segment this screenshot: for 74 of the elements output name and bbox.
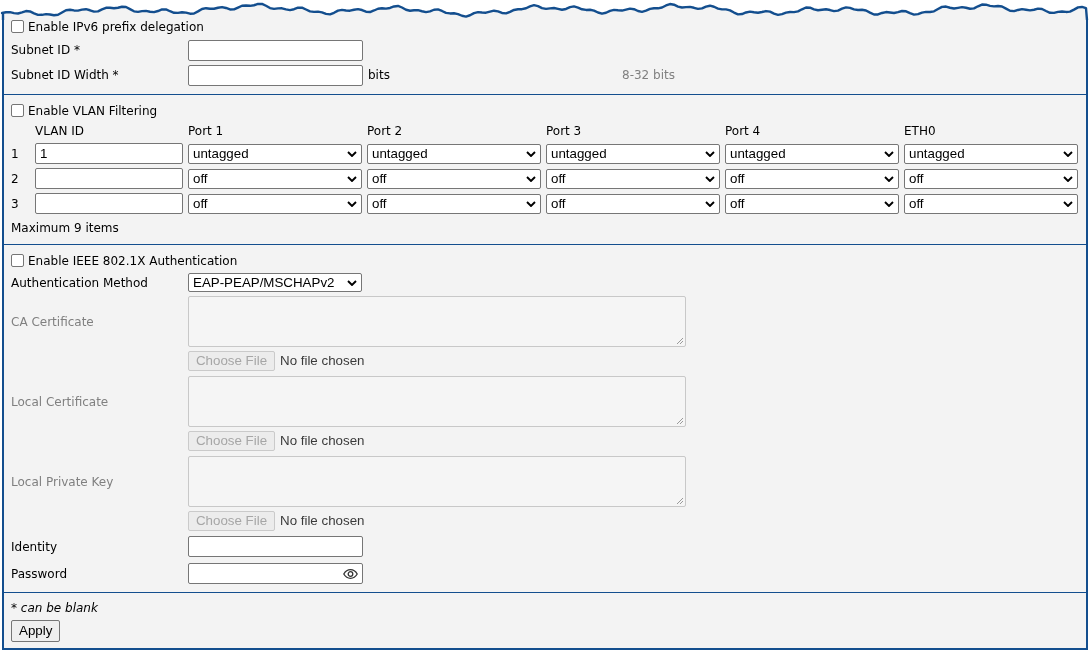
port-select[interactable]: off bbox=[546, 168, 720, 189]
checkbox-label: Enable IEEE 802.1X Authentication bbox=[28, 254, 238, 267]
chevron-icon bbox=[705, 150, 715, 157]
vlan-id-field[interactable] bbox=[35, 168, 183, 189]
column-header: Port 3 bbox=[546, 123, 583, 139]
checkbox[interactable] bbox=[11, 254, 24, 267]
chevron-icon bbox=[1063, 200, 1073, 207]
port-select[interactable]: off bbox=[725, 168, 899, 189]
port-select[interactable]: untagged bbox=[367, 143, 541, 164]
field-label: Local Private Key bbox=[11, 475, 115, 488]
identity-field[interactable] bbox=[188, 536, 363, 557]
port-select[interactable]: untagged bbox=[546, 143, 720, 164]
file-status: No file chosen bbox=[280, 514, 365, 528]
field-label: Subnet ID Width * bbox=[11, 69, 120, 81]
field-label: CA Certificate bbox=[11, 315, 95, 328]
field-label: Authentication Method bbox=[11, 276, 149, 289]
port-select[interactable]: untagged bbox=[725, 143, 899, 164]
chevron-icon bbox=[1063, 150, 1073, 157]
checkbox-label: Enable VLAN Filtering bbox=[28, 104, 158, 117]
resize-grip-icon[interactable] bbox=[676, 417, 683, 424]
checkbox-label: Enable IPv6 prefix delegation bbox=[28, 20, 204, 33]
column-header: Port 1 bbox=[188, 123, 225, 139]
field-label: Password bbox=[11, 567, 69, 580]
column-header: VLAN ID bbox=[35, 123, 85, 139]
port-select[interactable]: untagged bbox=[904, 143, 1078, 164]
column-header: Port 4 bbox=[725, 123, 762, 139]
footnote: *can be blank bbox=[11, 602, 98, 614]
file-status: No file chosen bbox=[280, 434, 365, 448]
port-select[interactable]: off bbox=[904, 193, 1078, 214]
port-select[interactable]: off bbox=[725, 193, 899, 214]
chevron-icon bbox=[526, 150, 536, 157]
port-select[interactable]: off bbox=[188, 168, 362, 189]
text-field[interactable] bbox=[188, 64, 363, 86]
apply-button[interactable]: Apply bbox=[11, 620, 61, 642]
chevron-icon bbox=[705, 175, 715, 182]
eye-icon[interactable] bbox=[343, 568, 358, 579]
field-label: Subnet ID * bbox=[11, 44, 81, 56]
method-select[interactable]: EAP-PEAP/MSCHAPv2 bbox=[188, 273, 362, 292]
port-select[interactable]: off bbox=[188, 193, 362, 214]
vlan-id-field[interactable]: 1 bbox=[35, 143, 183, 164]
port-select[interactable]: off bbox=[367, 168, 541, 189]
checkbox[interactable] bbox=[11, 20, 24, 33]
port-select[interactable]: off bbox=[546, 193, 720, 214]
port-select[interactable]: off bbox=[904, 168, 1078, 189]
port-select[interactable]: off bbox=[367, 193, 541, 214]
chevron-icon bbox=[347, 175, 357, 182]
hint-text: 8-32 bits bbox=[622, 69, 675, 81]
text-field[interactable] bbox=[188, 39, 363, 61]
field-label: Local Certificate bbox=[11, 395, 110, 408]
port-select[interactable]: untagged bbox=[188, 143, 362, 164]
row-number: 2 bbox=[11, 172, 20, 185]
note-text: Maximum 9 items bbox=[11, 222, 119, 234]
chevron-icon bbox=[884, 200, 894, 207]
chevron-icon bbox=[705, 200, 715, 207]
chevron-icon bbox=[347, 279, 357, 286]
column-header: ETH0 bbox=[904, 123, 937, 139]
row-number: 1 bbox=[11, 147, 20, 160]
vlan-id-field[interactable] bbox=[35, 193, 183, 214]
chevron-icon bbox=[884, 175, 894, 182]
chevron-icon bbox=[526, 200, 536, 207]
chevron-icon bbox=[884, 150, 894, 157]
chevron-icon bbox=[347, 150, 357, 157]
chevron-icon bbox=[526, 175, 536, 182]
password-field[interactable] bbox=[188, 563, 363, 584]
field-label: Identity bbox=[11, 540, 58, 553]
unit-label: bits bbox=[368, 69, 391, 81]
chevron-icon bbox=[1063, 175, 1073, 182]
chevron-icon bbox=[347, 200, 357, 207]
row-number: 3 bbox=[11, 197, 20, 210]
resize-grip-icon[interactable] bbox=[676, 497, 683, 504]
checkbox[interactable] bbox=[11, 104, 24, 117]
column-header: Port 2 bbox=[367, 123, 404, 139]
resize-grip-icon[interactable] bbox=[676, 337, 683, 344]
file-status: No file chosen bbox=[280, 354, 365, 368]
